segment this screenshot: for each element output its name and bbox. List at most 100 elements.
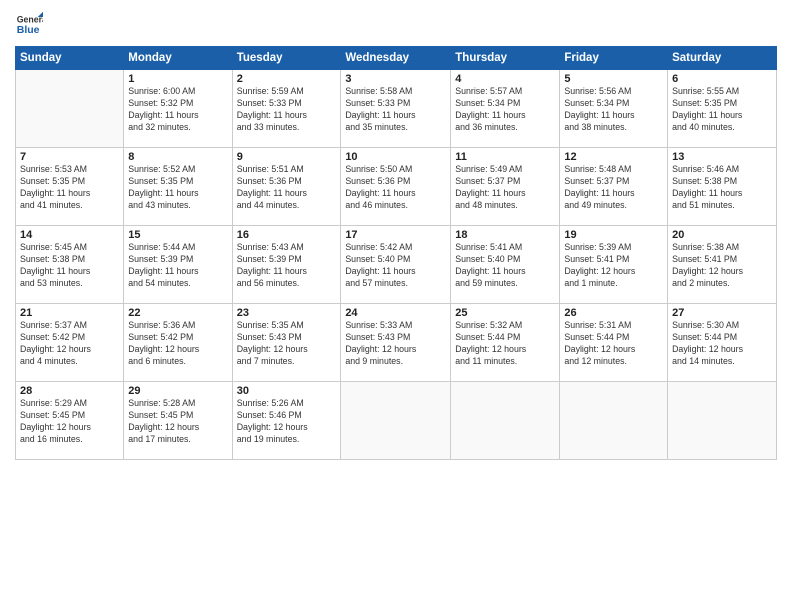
day-number: 7 [20,151,119,163]
day-number: 15 [128,229,227,241]
day-number: 9 [237,151,337,163]
col-header-monday: Monday [124,47,232,70]
day-info: Sunrise: 5:55 AMSunset: 5:35 PMDaylight:… [672,86,772,134]
calendar-page: General Blue SundayMondayTuesdayWednesda… [0,0,792,612]
day-info: Sunrise: 5:33 AMSunset: 5:43 PMDaylight:… [345,320,446,368]
calendar-cell: 6Sunrise: 5:55 AMSunset: 5:35 PMDaylight… [668,70,777,148]
calendar-cell: 14Sunrise: 5:45 AMSunset: 5:38 PMDayligh… [16,226,124,304]
day-info: Sunrise: 5:42 AMSunset: 5:40 PMDaylight:… [345,242,446,290]
day-number: 19 [564,229,663,241]
day-number: 20 [672,229,772,241]
logo-icon: General Blue [15,10,43,38]
calendar-cell: 30Sunrise: 5:26 AMSunset: 5:46 PMDayligh… [232,382,341,460]
calendar-cell: 18Sunrise: 5:41 AMSunset: 5:40 PMDayligh… [451,226,560,304]
day-number: 24 [345,307,446,319]
calendar-cell [16,70,124,148]
day-info: Sunrise: 5:50 AMSunset: 5:36 PMDaylight:… [345,164,446,212]
calendar-cell: 11Sunrise: 5:49 AMSunset: 5:37 PMDayligh… [451,148,560,226]
day-number: 3 [345,73,446,85]
calendar-cell: 25Sunrise: 5:32 AMSunset: 5:44 PMDayligh… [451,304,560,382]
day-number: 12 [564,151,663,163]
day-info: Sunrise: 5:41 AMSunset: 5:40 PMDaylight:… [455,242,555,290]
calendar-cell: 5Sunrise: 5:56 AMSunset: 5:34 PMDaylight… [560,70,668,148]
day-info: Sunrise: 6:00 AMSunset: 5:32 PMDaylight:… [128,86,227,134]
day-number: 26 [564,307,663,319]
calendar-cell: 12Sunrise: 5:48 AMSunset: 5:37 PMDayligh… [560,148,668,226]
calendar-week-5: 28Sunrise: 5:29 AMSunset: 5:45 PMDayligh… [16,382,777,460]
day-info: Sunrise: 5:53 AMSunset: 5:35 PMDaylight:… [20,164,119,212]
day-number: 8 [128,151,227,163]
day-info: Sunrise: 5:49 AMSunset: 5:37 PMDaylight:… [455,164,555,212]
calendar-cell: 23Sunrise: 5:35 AMSunset: 5:43 PMDayligh… [232,304,341,382]
calendar-cell: 29Sunrise: 5:28 AMSunset: 5:45 PMDayligh… [124,382,232,460]
day-number: 6 [672,73,772,85]
col-header-friday: Friday [560,47,668,70]
day-info: Sunrise: 5:35 AMSunset: 5:43 PMDaylight:… [237,320,337,368]
day-info: Sunrise: 5:31 AMSunset: 5:44 PMDaylight:… [564,320,663,368]
day-number: 14 [20,229,119,241]
calendar-cell: 22Sunrise: 5:36 AMSunset: 5:42 PMDayligh… [124,304,232,382]
day-number: 22 [128,307,227,319]
col-header-sunday: Sunday [16,47,124,70]
calendar-cell [668,382,777,460]
calendar-cell: 19Sunrise: 5:39 AMSunset: 5:41 PMDayligh… [560,226,668,304]
day-info: Sunrise: 5:48 AMSunset: 5:37 PMDaylight:… [564,164,663,212]
day-info: Sunrise: 5:58 AMSunset: 5:33 PMDaylight:… [345,86,446,134]
day-info: Sunrise: 5:44 AMSunset: 5:39 PMDaylight:… [128,242,227,290]
day-number: 16 [237,229,337,241]
col-header-thursday: Thursday [451,47,560,70]
calendar-cell: 4Sunrise: 5:57 AMSunset: 5:34 PMDaylight… [451,70,560,148]
day-info: Sunrise: 5:28 AMSunset: 5:45 PMDaylight:… [128,398,227,446]
calendar-cell: 21Sunrise: 5:37 AMSunset: 5:42 PMDayligh… [16,304,124,382]
calendar-cell: 16Sunrise: 5:43 AMSunset: 5:39 PMDayligh… [232,226,341,304]
calendar-cell: 3Sunrise: 5:58 AMSunset: 5:33 PMDaylight… [341,70,451,148]
calendar-cell: 17Sunrise: 5:42 AMSunset: 5:40 PMDayligh… [341,226,451,304]
day-info: Sunrise: 5:46 AMSunset: 5:38 PMDaylight:… [672,164,772,212]
day-info: Sunrise: 5:37 AMSunset: 5:42 PMDaylight:… [20,320,119,368]
calendar-header-row: SundayMondayTuesdayWednesdayThursdayFrid… [16,47,777,70]
calendar-week-4: 21Sunrise: 5:37 AMSunset: 5:42 PMDayligh… [16,304,777,382]
day-number: 28 [20,385,119,397]
col-header-wednesday: Wednesday [341,47,451,70]
calendar-cell [451,382,560,460]
day-number: 5 [564,73,663,85]
day-number: 30 [237,385,337,397]
calendar-cell: 8Sunrise: 5:52 AMSunset: 5:35 PMDaylight… [124,148,232,226]
calendar-cell: 26Sunrise: 5:31 AMSunset: 5:44 PMDayligh… [560,304,668,382]
day-number: 21 [20,307,119,319]
calendar-cell: 13Sunrise: 5:46 AMSunset: 5:38 PMDayligh… [668,148,777,226]
day-number: 18 [455,229,555,241]
logo: General Blue [15,10,43,38]
calendar-week-1: 1Sunrise: 6:00 AMSunset: 5:32 PMDaylight… [16,70,777,148]
day-number: 2 [237,73,337,85]
day-info: Sunrise: 5:32 AMSunset: 5:44 PMDaylight:… [455,320,555,368]
day-number: 10 [345,151,446,163]
day-info: Sunrise: 5:57 AMSunset: 5:34 PMDaylight:… [455,86,555,134]
col-header-tuesday: Tuesday [232,47,341,70]
day-info: Sunrise: 5:59 AMSunset: 5:33 PMDaylight:… [237,86,337,134]
calendar-cell: 10Sunrise: 5:50 AMSunset: 5:36 PMDayligh… [341,148,451,226]
calendar-cell: 15Sunrise: 5:44 AMSunset: 5:39 PMDayligh… [124,226,232,304]
day-info: Sunrise: 5:38 AMSunset: 5:41 PMDaylight:… [672,242,772,290]
calendar-week-2: 7Sunrise: 5:53 AMSunset: 5:35 PMDaylight… [16,148,777,226]
day-info: Sunrise: 5:36 AMSunset: 5:42 PMDaylight:… [128,320,227,368]
calendar-cell: 9Sunrise: 5:51 AMSunset: 5:36 PMDaylight… [232,148,341,226]
day-number: 11 [455,151,555,163]
col-header-saturday: Saturday [668,47,777,70]
day-number: 25 [455,307,555,319]
day-info: Sunrise: 5:29 AMSunset: 5:45 PMDaylight:… [20,398,119,446]
calendar-cell: 28Sunrise: 5:29 AMSunset: 5:45 PMDayligh… [16,382,124,460]
calendar-cell: 2Sunrise: 5:59 AMSunset: 5:33 PMDaylight… [232,70,341,148]
day-info: Sunrise: 5:51 AMSunset: 5:36 PMDaylight:… [237,164,337,212]
calendar-table: SundayMondayTuesdayWednesdayThursdayFrid… [15,46,777,460]
day-info: Sunrise: 5:52 AMSunset: 5:35 PMDaylight:… [128,164,227,212]
calendar-week-3: 14Sunrise: 5:45 AMSunset: 5:38 PMDayligh… [16,226,777,304]
day-number: 4 [455,73,555,85]
calendar-cell: 24Sunrise: 5:33 AMSunset: 5:43 PMDayligh… [341,304,451,382]
day-number: 23 [237,307,337,319]
calendar-cell: 1Sunrise: 6:00 AMSunset: 5:32 PMDaylight… [124,70,232,148]
day-info: Sunrise: 5:45 AMSunset: 5:38 PMDaylight:… [20,242,119,290]
day-info: Sunrise: 5:26 AMSunset: 5:46 PMDaylight:… [237,398,337,446]
day-info: Sunrise: 5:43 AMSunset: 5:39 PMDaylight:… [237,242,337,290]
calendar-cell: 7Sunrise: 5:53 AMSunset: 5:35 PMDaylight… [16,148,124,226]
